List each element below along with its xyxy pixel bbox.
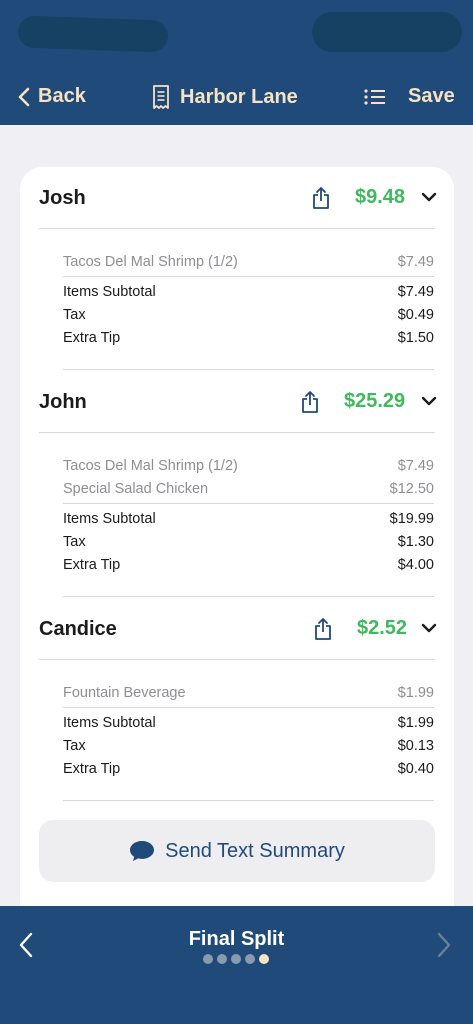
send-text-summary-button[interactable]: Send Text Summary (39, 820, 435, 882)
summary-label: Extra Tip (63, 330, 121, 346)
chevron-down-icon[interactable] (421, 192, 437, 202)
person-header[interactable]: Candice $2.52 (20, 598, 454, 660)
person-header[interactable]: Josh $9.48 (20, 167, 454, 229)
summary-label: Items Subtotal (63, 715, 156, 731)
item-label: Special Salad Chicken (63, 481, 209, 497)
subtotal-row: Items Subtotal $19.99 (63, 508, 434, 531)
item-row: Tacos Del Mal Shrimp (1/2) $7.49 (63, 251, 434, 274)
receipt-icon (153, 85, 169, 109)
subtotal-row: Items Subtotal $7.49 (63, 281, 434, 304)
item-row: Special Salad Chicken $12.50 (63, 478, 434, 501)
page-dot[interactable] (217, 954, 227, 964)
person-total: $25.29 (344, 390, 406, 412)
person-header[interactable]: John $25.29 (20, 371, 454, 433)
summary-value: $1.30 (397, 534, 434, 550)
send-text-summary-label: Send Text Summary (165, 839, 345, 862)
item-label: Tacos Del Mal Shrimp (1/2) (63, 254, 238, 270)
chevron-right-icon[interactable] (436, 932, 452, 958)
page-dot-active[interactable] (259, 954, 269, 964)
save-button[interactable]: Save (408, 85, 455, 108)
page-dot[interactable] (231, 954, 241, 964)
step-title: Final Split (188, 928, 285, 950)
person-section: Candice $2.52 Fountain Beverage $1.99 It… (20, 598, 454, 801)
redacted-status-left (17, 15, 169, 53)
divider (39, 432, 435, 433)
summary-label: Tax (63, 534, 86, 550)
person-breakdown: Fountain Beverage $1.99 Items Subtotal $… (63, 682, 434, 781)
divider (39, 228, 435, 229)
step-footer: Final Split (0, 906, 473, 1024)
chevron-left-icon (18, 87, 30, 106)
list-icon[interactable] (364, 88, 386, 106)
page-title-text: Harbor Lane (180, 85, 298, 108)
tip-row: Extra Tip $0.40 (63, 758, 434, 781)
back-button[interactable]: Back (18, 85, 86, 108)
page-indicator (203, 954, 273, 964)
summary-value: $19.99 (389, 511, 434, 527)
summary-label: Extra Tip (63, 557, 121, 573)
item-label: Tacos Del Mal Shrimp (1/2) (63, 458, 238, 474)
message-bubble-icon (130, 841, 155, 861)
tax-row: Tax $0.49 (63, 304, 434, 327)
person-section: John $25.29 Tacos Del Mal Shrimp (1/2) $… (20, 371, 454, 597)
item-value: $7.49 (397, 254, 434, 270)
person-breakdown: Tacos Del Mal Shrimp (1/2) $7.49 Special… (63, 455, 434, 577)
divider (63, 503, 434, 504)
summary-value: $7.49 (397, 284, 434, 300)
item-value: $12.50 (389, 481, 434, 497)
summary-value: $0.40 (397, 761, 434, 777)
tax-row: Tax $1.30 (63, 531, 434, 554)
divider (63, 707, 434, 708)
chevron-down-icon[interactable] (421, 396, 437, 406)
person-name: Candice (39, 618, 117, 640)
chevron-down-icon[interactable] (421, 623, 437, 633)
tip-row: Extra Tip $4.00 (63, 554, 434, 577)
tip-row: Extra Tip $1.50 (63, 327, 434, 350)
tax-row: Tax $0.13 (63, 735, 434, 758)
item-label: Fountain Beverage (63, 685, 186, 701)
redacted-status-right (312, 12, 462, 52)
back-label: Back (38, 85, 86, 107)
page-dot[interactable] (203, 954, 213, 964)
summary-label: Extra Tip (63, 761, 121, 777)
person-section: Josh $9.48 Tacos Del Mal Shrimp (1/2) $7… (20, 167, 454, 370)
person-name: Josh (39, 187, 86, 209)
split-card: Josh $9.48 Tacos Del Mal Shrimp (1/2) $7… (20, 167, 454, 906)
person-total: $9.48 (355, 186, 406, 208)
item-row: Fountain Beverage $1.99 (63, 682, 434, 705)
summary-label: Tax (63, 738, 86, 754)
person-breakdown: Tacos Del Mal Shrimp (1/2) $7.49 Items S… (63, 251, 434, 350)
item-value: $7.49 (397, 458, 434, 474)
divider (63, 596, 434, 597)
summary-label: Items Subtotal (63, 511, 156, 527)
person-total: $2.52 (357, 617, 408, 639)
divider (39, 659, 435, 660)
divider (63, 276, 434, 277)
divider (63, 369, 434, 370)
summary-label: Tax (63, 307, 86, 323)
share-icon[interactable] (311, 186, 331, 210)
status-bar (0, 0, 473, 70)
summary-value: $0.49 (397, 307, 434, 323)
summary-value: $1.50 (397, 330, 434, 346)
summary-value: $4.00 (397, 557, 434, 573)
item-row: Tacos Del Mal Shrimp (1/2) $7.49 (63, 455, 434, 478)
content-area[interactable]: Josh $9.48 Tacos Del Mal Shrimp (1/2) $7… (0, 125, 473, 906)
page-dot[interactable] (245, 954, 255, 964)
share-icon[interactable] (300, 390, 320, 414)
item-value: $1.99 (397, 685, 434, 701)
page-title: Harbor Lane (152, 85, 298, 109)
summary-label: Items Subtotal (63, 284, 156, 300)
share-icon[interactable] (313, 617, 333, 641)
subtotal-row: Items Subtotal $1.99 (63, 712, 434, 735)
person-name: John (39, 391, 87, 413)
divider (63, 800, 434, 801)
summary-value: $1.99 (397, 715, 434, 731)
summary-value: $0.13 (397, 738, 434, 754)
navigation-bar: Back Harbor Lane Save (0, 70, 473, 125)
